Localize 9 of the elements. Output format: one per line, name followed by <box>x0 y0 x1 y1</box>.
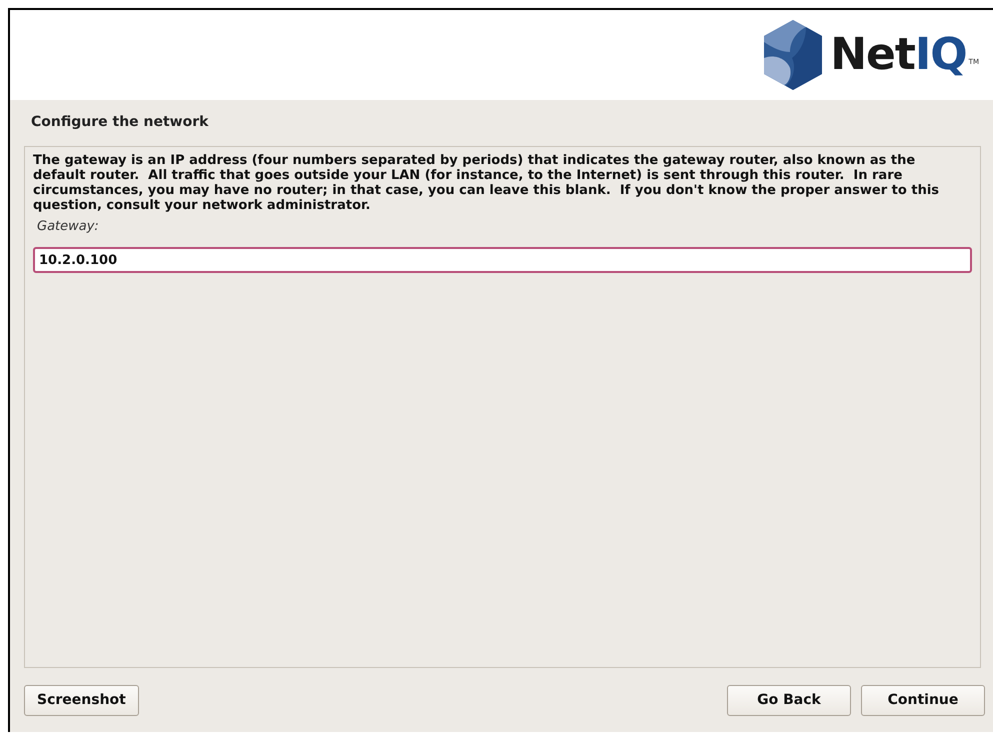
logo-wordmark: NetIQ <box>830 30 967 80</box>
cube-logo-icon <box>762 18 824 92</box>
description-text: The gateway is an IP address (four numbers separated by periods) that indicates the gateway router, also known as the default router. All traffic that goes outside your LAN (for instance, to the Internet) is sent through this router. In rare circumstances, you may have no router; in that case, you can leave this blank. If you don't know the proper answer to this question, consult your network administrator. <box>33 153 940 213</box>
field-label: Gateway: <box>37 219 100 234</box>
action-button[interactable]: Go Back <box>727 684 851 716</box>
page-title: Configure the network <box>31 114 210 132</box>
action-button[interactable]: Continue <box>861 684 985 716</box>
input-field[interactable]: 10.2.0.100 <box>33 247 972 273</box>
action-button[interactable]: Screenshot <box>24 684 139 716</box>
